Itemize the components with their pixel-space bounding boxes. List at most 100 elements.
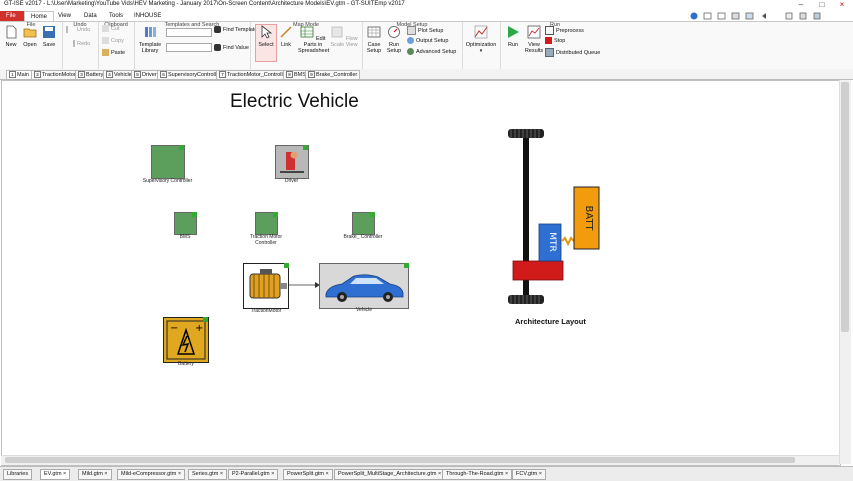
find-value-button[interactable]: Find Value: [214, 44, 249, 51]
optimization-button[interactable]: Optimization ▾: [465, 25, 497, 54]
tab-file[interactable]: File: [0, 11, 24, 21]
case-setup-button[interactable]: Case Setup: [365, 25, 383, 54]
maximize-button[interactable]: □: [812, 0, 832, 10]
ribbon-tab-row: File Home View Data Tools INHOUSE: [0, 11, 853, 22]
doc-tab-vehicle[interactable]: 4 Vehicle: [103, 70, 135, 80]
redo-button[interactable]: Redo: [66, 40, 90, 47]
group-file: New Open Save File: [0, 22, 63, 69]
file-tab-series[interactable]: Series.gtm ×: [188, 469, 228, 480]
tab-label: Series.gtm: [192, 471, 219, 477]
link-button[interactable]: Link: [278, 25, 294, 48]
traction-motor-part[interactable]: TractionMotor: [243, 263, 289, 314]
vertical-scrollbar[interactable]: [839, 80, 851, 464]
motor-vehicle-connection[interactable]: [289, 281, 321, 289]
part-label: TractionMotor: [250, 308, 282, 314]
flow-scale-view-button[interactable]: Flow Scale View: [330, 25, 358, 48]
file-tab-p2-parallel[interactable]: P2-Parallel.gtm ×: [228, 469, 279, 480]
stop-label: Stop: [554, 37, 566, 44]
doc-tab-battery[interactable]: 3 Battery: [75, 70, 107, 80]
file-tab-mild-ecompressor[interactable]: Mild-eCompressor.gtm ×: [117, 469, 186, 480]
close-button[interactable]: ×: [832, 0, 852, 10]
undo-button[interactable]: Undo: [66, 26, 90, 33]
tab-label: TractionMotor: [42, 72, 76, 78]
edit-parts-button[interactable]: Edit Parts in Spreadsheet: [298, 25, 329, 54]
doc-tab-tractionmotor[interactable]: 2 TractionMotor: [31, 70, 79, 80]
run-setup-button[interactable]: Run Setup: [385, 25, 403, 54]
new-button[interactable]: New: [3, 25, 19, 48]
file-tab-mild[interactable]: Mild.gtm ×: [78, 469, 112, 480]
doc-tab-brake-controller[interactable]: 9 Brake_Controller: [305, 70, 361, 80]
document-tab-bar: 1 Main 2 TractionMotor 3 Battery 4 Vehicle 5…: [0, 69, 853, 80]
tab-label: EV.gtm: [44, 471, 62, 477]
distributed-queue-button[interactable]: Distributed Queue: [545, 48, 600, 57]
horizontal-scrollbar[interactable]: [1, 455, 839, 465]
cut-label: Cut: [111, 25, 120, 32]
tab-number: 6: [160, 71, 167, 79]
tab-label: FCV.gtm: [516, 471, 538, 477]
battery-icon: − +: [163, 317, 209, 363]
tab-number: 1: [9, 71, 16, 79]
file-tab-through-the-road[interactable]: Through-The-Road.gtm ×: [442, 469, 513, 480]
minimize-button[interactable]: –: [791, 0, 811, 10]
flow-scale-icon: [332, 26, 343, 38]
find-template-input[interactable]: [166, 28, 212, 37]
plot-setup-button[interactable]: Plot Setup: [407, 26, 443, 35]
gearbox-block: [512, 260, 564, 281]
front-axle-wheels: [508, 129, 544, 138]
tab-number: 3: [78, 71, 85, 79]
vehicle-part[interactable]: Vehicle: [319, 263, 409, 313]
preprocess-button[interactable]: Preprocess: [545, 26, 584, 35]
scissors-icon: [102, 25, 109, 32]
driver-part[interactable]: Driver: [275, 145, 309, 184]
redo-label: Redo: [77, 40, 91, 47]
advanced-setup-button[interactable]: Advanced Setup: [407, 48, 456, 55]
results-icon: [527, 25, 541, 39]
open-button[interactable]: Open: [22, 25, 38, 48]
view-results-label: View Results: [524, 42, 544, 54]
tab-tools[interactable]: Tools: [103, 11, 129, 21]
scroll-thumb[interactable]: [5, 457, 795, 463]
battery-part[interactable]: − + Battery: [163, 317, 209, 367]
scroll-thumb[interactable]: [841, 82, 849, 332]
part-label: Supervisory Controller: [142, 178, 193, 184]
copy-button[interactable]: Copy: [102, 37, 124, 44]
tab-view[interactable]: View: [52, 11, 77, 21]
advanced-setup-label: Advanced Setup: [416, 48, 457, 55]
brake-controller-part[interactable]: Brake_ Controller: [344, 212, 382, 240]
part-label: BMS: [179, 234, 191, 240]
model-canvas[interactable]: Electric Vehicle Supervisory Controller …: [1, 80, 841, 466]
status-check-icon: [284, 263, 289, 268]
output-setup-button[interactable]: Output Setup: [407, 37, 448, 44]
run-button[interactable]: Run: [503, 25, 523, 48]
doc-tab-driver[interactable]: 5 Driver: [131, 70, 160, 80]
file-tab-powersplit[interactable]: PowerSplit.gtm ×: [283, 469, 333, 480]
file-tab-ev[interactable]: EV.gtm ×: [40, 469, 71, 480]
find-value-input[interactable]: [166, 43, 212, 52]
tab-label: SupervisoryController: [168, 72, 221, 78]
bms-part[interactable]: BMS: [174, 212, 197, 240]
tab-inhouse[interactable]: INHOUSE: [128, 11, 167, 21]
save-button[interactable]: Save: [41, 25, 57, 48]
file-tab-powersplit-multistage[interactable]: PowerSplit_MultiStage_Architecture.gtm ×: [334, 469, 446, 480]
quick-access-toolbar[interactable]: [690, 12, 830, 20]
electric-motor-icon: [243, 263, 289, 309]
group-clipboard: Cut Copy Paste Clipboard: [98, 22, 135, 69]
supervisory-controller-part[interactable]: Supervisory Controller: [143, 145, 192, 184]
tab-label: Through-The-Road.gtm: [446, 471, 504, 477]
cut-button[interactable]: Cut: [102, 25, 120, 32]
stop-button[interactable]: Stop: [545, 37, 565, 44]
template-library-button[interactable]: Template Library: [138, 25, 162, 54]
select-button[interactable]: Select: [255, 24, 277, 62]
doc-tab-main[interactable]: 1 Main: [6, 70, 32, 80]
view-results-button[interactable]: View Results: [524, 25, 544, 54]
tab-label: Mild.gtm: [82, 471, 103, 477]
doc-tab-tractionmotor-controller[interactable]: 7 TractionMotor_Controller: [216, 70, 291, 80]
tab-number: 2: [34, 71, 41, 79]
file-tab-fcv[interactable]: FCV.gtm ×: [512, 469, 546, 480]
tab-data[interactable]: Data: [78, 11, 103, 21]
doc-tab-supervisorycontroller[interactable]: 6 SupervisoryController: [157, 70, 224, 80]
paste-button[interactable]: Paste: [102, 49, 125, 56]
stop-icon: [545, 37, 552, 44]
traction-motor-controller-part[interactable]: Traction Motor Controller: [250, 212, 282, 245]
libraries-tab[interactable]: Libraries: [3, 469, 33, 480]
